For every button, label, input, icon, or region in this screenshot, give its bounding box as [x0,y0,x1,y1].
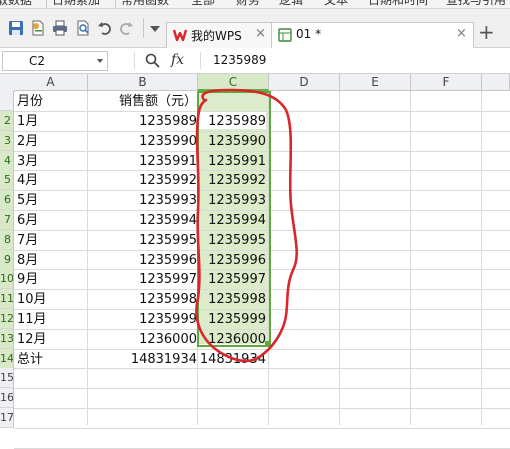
menu-item[interactable]: 文本 [324,0,348,8]
cell-month[interactable]: 10月 [17,290,47,309]
cell-sales[interactable]: 1235998 [88,290,197,309]
cell-month[interactable]: 1月 [17,112,38,131]
row-header[interactable]: 17 [0,408,14,428]
wps-logo-icon [173,29,187,42]
cell-sales[interactable]: 1235989 [88,112,197,131]
cell-sales[interactable]: 1235995 [88,231,197,250]
new-tab-button[interactable]: + [478,22,495,42]
close-icon[interactable]: × [255,26,266,41]
menu-item[interactable]: 财务 [236,0,260,8]
chevron-down-icon[interactable] [97,59,103,63]
row-header[interactable]: 2 [0,111,14,131]
row-header[interactable]: 8 [0,230,14,250]
row-header[interactable]: 14 [0,349,14,369]
cell-sales[interactable]: 1235999 [88,310,197,329]
cell-month[interactable]: 12月 [17,330,47,349]
gridline [14,388,510,389]
gridline [14,408,510,409]
menu-item[interactable]: 日期和时间 [368,0,428,8]
menu-item[interactable]: 常用函数 [121,0,169,8]
selection-border [197,91,271,347]
row-header[interactable]: 7 [0,210,14,230]
toolbar-separator [143,18,144,38]
column-header-g[interactable] [482,74,510,91]
undo-icon[interactable] [97,20,113,36]
menu-item[interactable]: 查找与引用 [446,0,506,8]
column-header-c[interactable]: C [198,74,269,91]
row-header[interactable]: 9 [0,250,14,270]
formula-bar: C2 fx 1235989 [0,48,510,74]
save-icon[interactable] [8,20,24,36]
menu-item[interactable]: 取数据 [0,0,32,8]
ribbon-menu-strip: 取数据 日期累加 常用函数 全部 财务 逻辑 文本 日期和时间 查找与引用 [0,0,510,9]
tab-label: 我的WPS [191,29,242,43]
row-header[interactable] [0,91,14,111]
cell-sales[interactable]: 1235993 [88,191,197,210]
cell-copy[interactable]: 14831934 [199,350,266,369]
column-header-a[interactable]: A [14,74,88,91]
tab-my-wps[interactable]: 我的WPS × [166,22,272,48]
column-header-d[interactable]: D [269,74,340,91]
row-header[interactable]: 4 [0,151,14,171]
cell-month[interactable]: 6月 [17,211,38,230]
close-icon[interactable]: × [456,26,467,41]
cell-header-sales[interactable]: 销售额（元） [88,92,197,111]
gridline [14,428,510,429]
cell-sales[interactable]: 1235991 [88,152,197,171]
column-header-b[interactable]: B [88,74,198,91]
cell-month[interactable]: 总计 [17,350,43,369]
gridline [410,91,411,425]
new-doc-icon[interactable] [30,20,46,36]
zoom-icon[interactable] [145,53,160,68]
cell-month[interactable]: 2月 [17,132,38,151]
fill-handle[interactable] [265,341,270,346]
name-box-value: C2 [29,54,46,68]
cell-sales[interactable]: 1235994 [88,211,197,230]
formula-input[interactable]: 1235989 [213,53,266,67]
cell-month[interactable]: 4月 [17,171,38,190]
cell-month[interactable]: 9月 [17,270,38,289]
select-all-corner[interactable] [0,74,15,92]
row-header[interactable]: 13 [0,329,14,349]
row-header[interactable]: 15 [0,368,14,388]
cell-sales[interactable]: 1235997 [88,270,197,289]
cell-header-month[interactable]: 月份 [17,92,43,111]
menu-item[interactable]: 逻辑 [279,0,303,8]
cell-sales[interactable]: 1235990 [88,132,197,151]
sheet-icon [278,28,292,42]
column-header-e[interactable]: E [340,74,411,91]
title-tab-bar: 我的WPS × 01 * × + [0,9,510,48]
row-header[interactable]: 16 [0,388,14,408]
tab-document[interactable]: 01 * × [271,22,474,48]
cell-month[interactable]: 11月 [17,310,47,329]
cell-sales[interactable]: 14831934 [88,350,197,369]
gridline [481,91,482,425]
name-box[interactable]: C2 [2,51,108,71]
cell-sales[interactable]: 1235992 [88,171,197,190]
row-header[interactable]: 12 [0,309,14,329]
cell-month[interactable]: 5月 [17,191,38,210]
menu-item[interactable]: 日期累加 [52,0,100,8]
cell-month[interactable]: 8月 [17,251,38,270]
insert-function-button[interactable]: fx [171,52,184,68]
print-preview-icon[interactable] [75,20,91,36]
cell-sales[interactable]: 1236000 [88,330,197,349]
customize-dropdown-icon[interactable] [150,26,160,32]
row-header[interactable]: 3 [0,131,14,151]
row-header[interactable]: 5 [0,170,14,190]
cell-month[interactable]: 7月 [17,231,38,250]
column-header-f[interactable]: F [411,74,482,91]
tab-label: 01 * [296,27,322,41]
row-header[interactable]: 10 [0,269,14,289]
gridline [339,91,340,425]
cell-sales[interactable]: 1235996 [88,251,197,270]
row-header[interactable]: 6 [0,190,14,210]
print-icon[interactable] [52,20,68,36]
cell-month[interactable]: 3月 [17,152,38,171]
row-header[interactable]: 11 [0,289,14,309]
redo-icon[interactable] [118,20,134,36]
menu-item[interactable]: 全部 [191,0,215,8]
